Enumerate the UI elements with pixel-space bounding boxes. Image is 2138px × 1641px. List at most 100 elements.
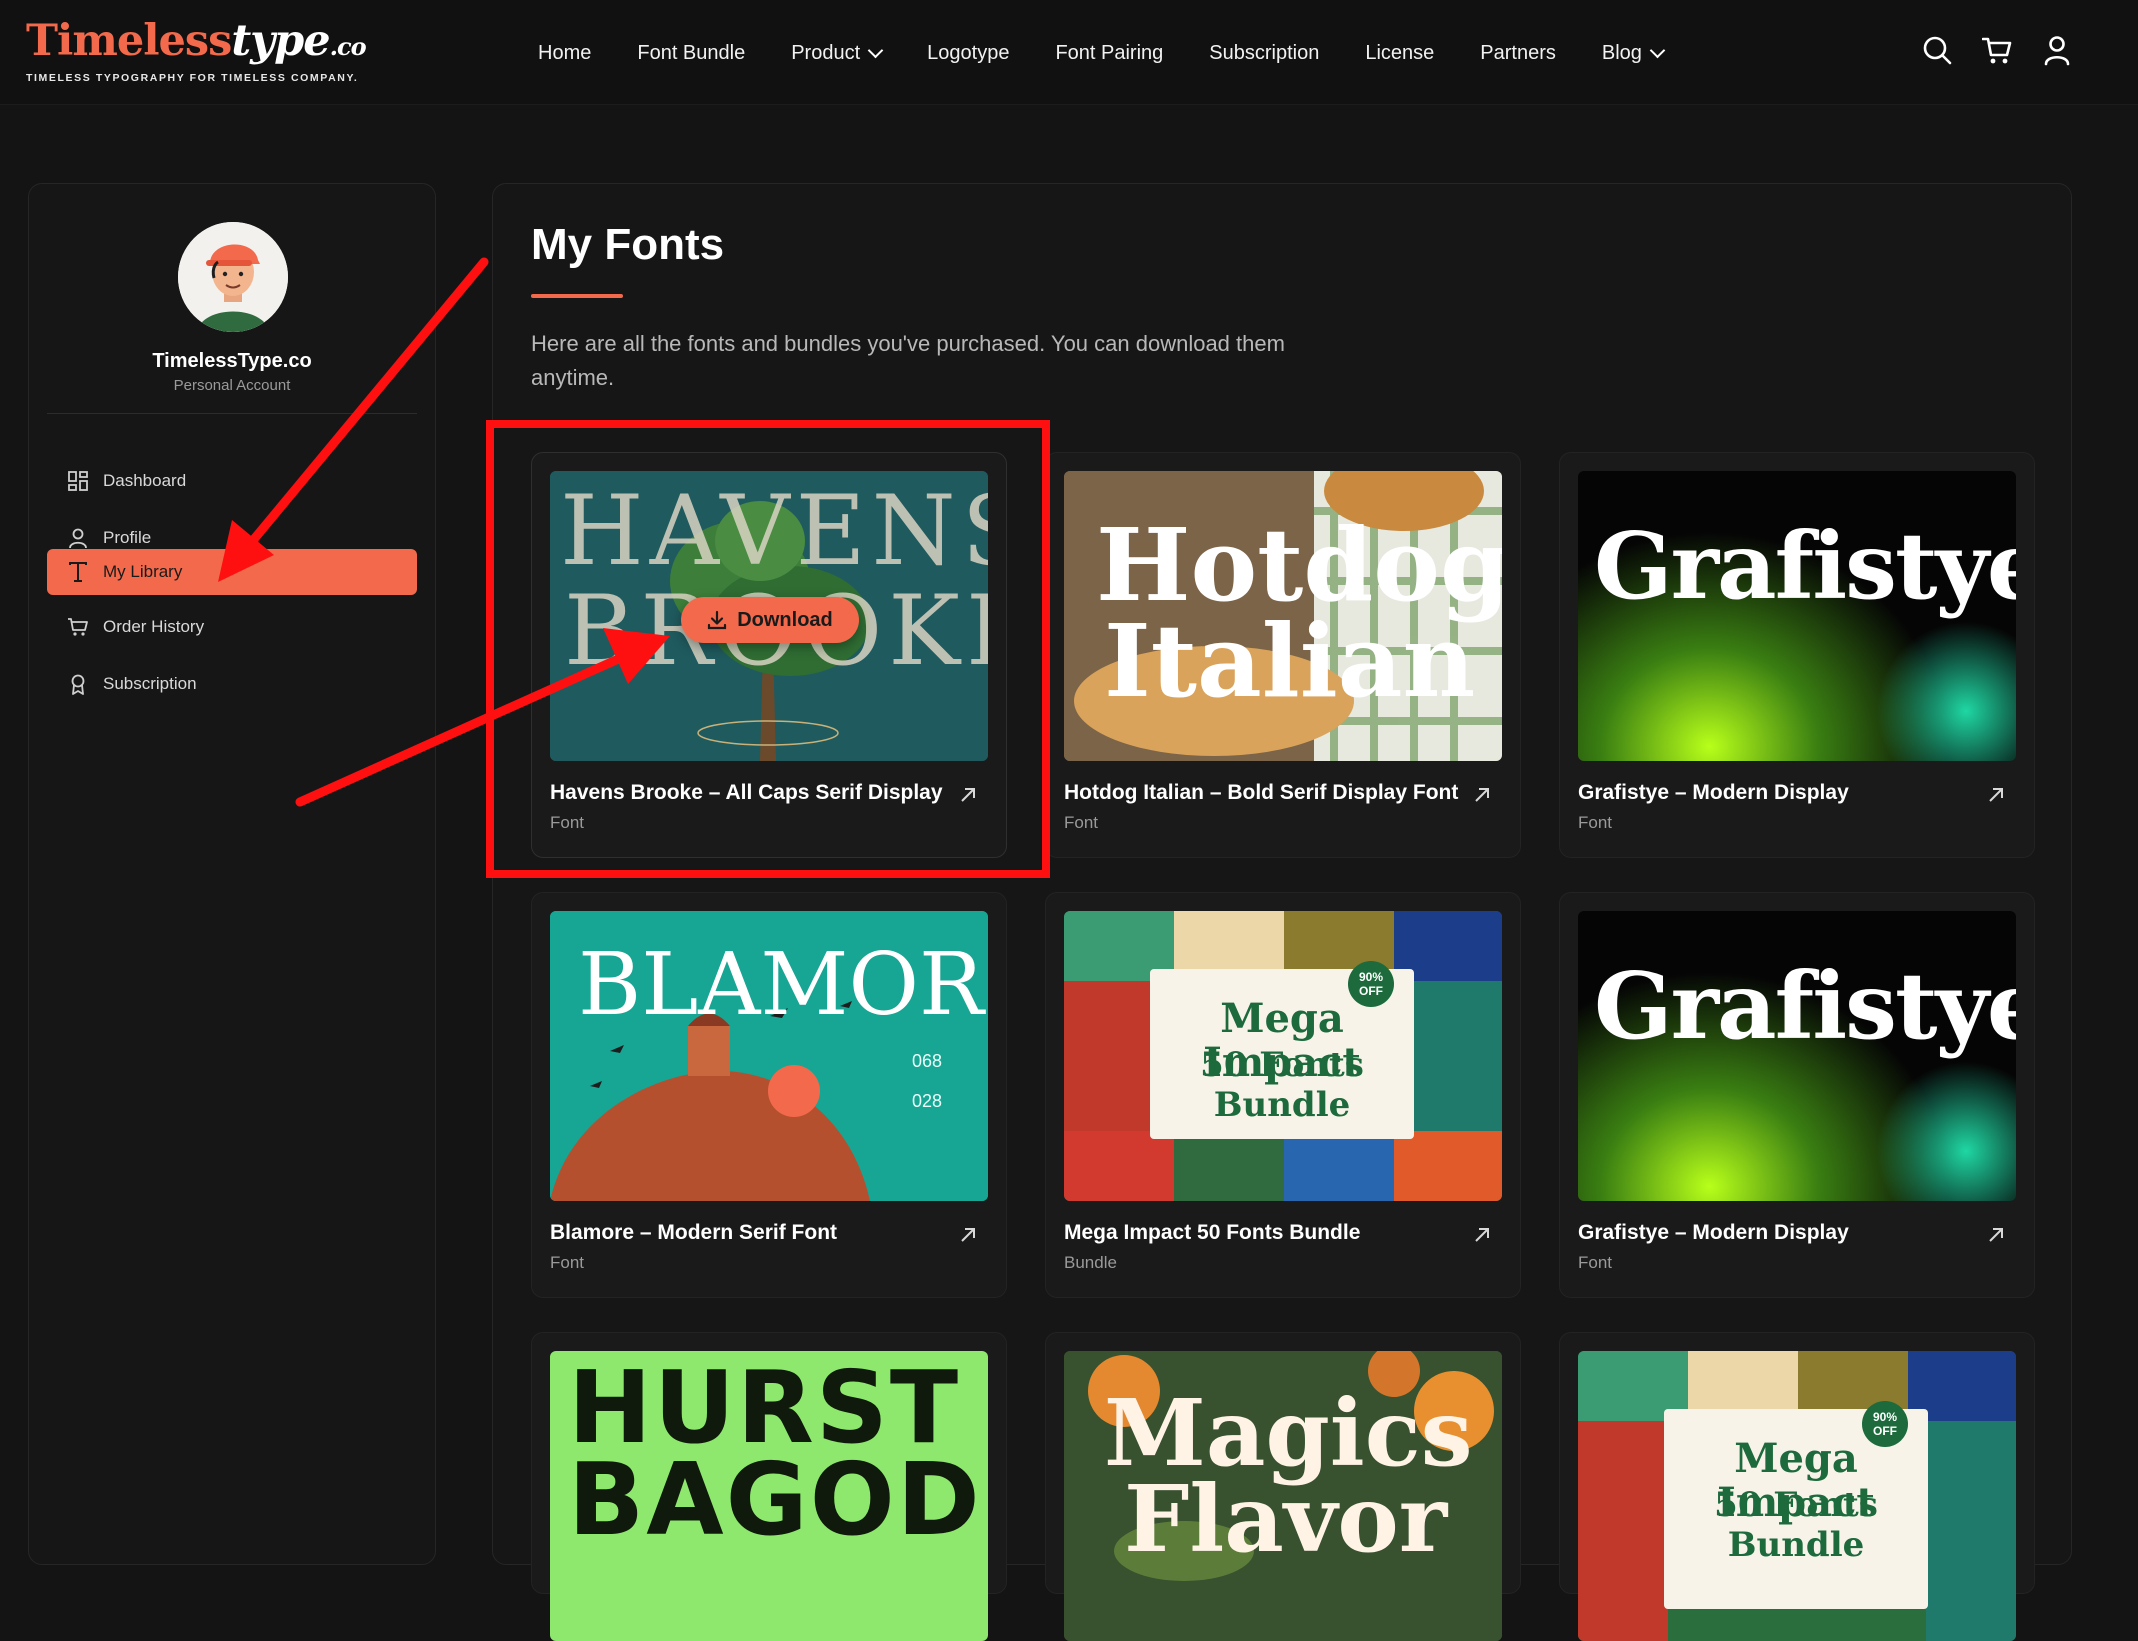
art-line: 50 Fonts Bundle (1714, 1485, 1878, 1565)
search-icon[interactable] (1922, 34, 1952, 66)
logo-word-part: .co (329, 32, 367, 61)
card-title[interactable]: Grafistye – Modern Display (1578, 1221, 1849, 1245)
card-title[interactable]: Grafistye – Modern Display (1578, 781, 1849, 805)
type-icon (65, 559, 91, 585)
download-button[interactable]: Download (681, 597, 859, 643)
font-thumbnail[interactable]: Magics Flavor (1064, 1351, 1502, 1641)
account-type: Personal Account (173, 377, 291, 394)
main-nav: Home Font Bundle Product Logotype Font P… (538, 38, 1666, 68)
card-type: Font (1578, 1253, 1613, 1272)
divider (47, 413, 417, 414)
external-link-icon[interactable] (1984, 1223, 2008, 1247)
download-button-label: Download (737, 608, 833, 631)
gradient-glow (1876, 1061, 2016, 1201)
sidebar-item-label: Subscription (103, 674, 197, 693)
discount-badge: 90% OFF (1862, 1401, 1908, 1447)
account-sidebar: TimelessType.co Personal Account Dashboa… (28, 183, 436, 1565)
nav-subscription[interactable]: Subscription (1209, 42, 1319, 65)
logo-wordmark: Timelesstype.co (26, 16, 367, 70)
library-card[interactable]: HAVENS BROOKE Download Havens Brooke – A… (531, 452, 1007, 858)
nav-label: License (1365, 41, 1435, 64)
nav-label: Product (791, 41, 861, 64)
font-thumbnail[interactable]: HAVENS BROOKE Download (550, 471, 988, 761)
art-line: BAGOD (568, 1441, 982, 1558)
top-navbar: Timelesstype.co TIMELESS TYPOGRAPHY FOR … (0, 0, 2138, 105)
badge-icon (65, 671, 91, 697)
font-thumbnail[interactable]: HURST BAGOD (550, 1351, 988, 1641)
card-title[interactable]: Mega Impact 50 Fonts Bundle (1064, 1221, 1360, 1245)
art-line: BLAMORE (578, 935, 988, 1035)
card-title[interactable]: Havens Brooke – All Caps Serif Display (550, 781, 943, 805)
external-link-icon[interactable] (1470, 783, 1494, 807)
art-line: 50 Fonts Bundle (1200, 1045, 1364, 1125)
library-card[interactable]: Grafistye Grafistye – Modern Display Fon… (1559, 892, 2035, 1298)
account-name: TimelessType.co (152, 350, 312, 372)
nav-blog[interactable]: Blog (1601, 41, 1666, 65)
art-stat: 028 (912, 1091, 943, 1111)
nav-label: Font Pairing (1055, 41, 1164, 64)
page-title: My Fonts (531, 220, 725, 269)
library-card[interactable]: Mega Impact 50 Fonts Bundle 90% OFF (1559, 1332, 2035, 1641)
chevron-down-icon (867, 42, 884, 58)
font-thumbnail[interactable]: Grafistye (1578, 911, 2016, 1201)
nav-partners[interactable]: Partners (1480, 42, 1556, 65)
external-link-icon[interactable] (1984, 783, 2008, 807)
card-type: Font (550, 813, 585, 832)
discount-badge: 90% OFF (1348, 961, 1394, 1007)
sidebar-item-order-history[interactable]: Order History (47, 604, 417, 650)
sidebar-item-label: Profile (103, 528, 152, 547)
logo-tagline: TIMELESS TYPOGRAPHY FOR TIMELESS COMPANY… (26, 72, 359, 84)
library-card[interactable]: Magics Flavor (1045, 1332, 1521, 1641)
avatar (178, 222, 288, 332)
nav-logotype[interactable]: Logotype (927, 42, 1009, 65)
card-type: Font (550, 1253, 585, 1272)
library-card[interactable]: Mega Impact 50 Fonts Bundle 90% OFF Mega… (1045, 892, 1521, 1298)
chevron-down-icon (1649, 42, 1666, 58)
page-description: Here are all the fonts and bundles you'v… (531, 331, 1285, 390)
font-thumbnail[interactable]: Mega Impact 50 Fonts Bundle 90% OFF (1064, 911, 1502, 1201)
nav-license[interactable]: License (1365, 42, 1434, 65)
library-card[interactable]: BLAMORE 068 028 Blamore – Modern Serif F… (531, 892, 1007, 1298)
art-line: Flavor (1124, 1465, 1448, 1573)
font-thumbnail[interactable]: BLAMORE 068 028 (550, 911, 988, 1201)
user-icon[interactable] (2042, 34, 2072, 66)
card-type: Font (1578, 813, 1613, 832)
logo-word-part: type (231, 16, 330, 66)
header-actions (1922, 34, 2072, 66)
art-line: HAVENS (560, 475, 988, 587)
art-line: Italian (1104, 602, 1476, 720)
card-type: Font (1064, 813, 1099, 832)
library-card[interactable]: Hotdog Italian Hotdog Italian – Bold Ser… (1045, 452, 1521, 858)
library-card[interactable]: HURST BAGOD (531, 1332, 1007, 1641)
external-link-icon[interactable] (1470, 1223, 1494, 1247)
external-link-icon[interactable] (956, 1223, 980, 1247)
sidebar-item-dashboard[interactable]: Dashboard (47, 458, 417, 504)
card-type: Bundle (1064, 1253, 1117, 1272)
font-thumbnail[interactable]: Mega Impact 50 Fonts Bundle 90% OFF (1578, 1351, 2016, 1641)
card-title[interactable]: Hotdog Italian – Bold Serif Display Font (1064, 781, 1458, 805)
external-link-icon[interactable] (956, 783, 980, 807)
dashboard-icon (65, 468, 91, 494)
nav-font-bundle[interactable]: Font Bundle (637, 42, 745, 65)
nav-home[interactable]: Home (538, 42, 591, 65)
font-thumbnail[interactable]: Grafistye (1578, 471, 2016, 761)
art-line: Grafistye (1594, 952, 2016, 1060)
download-icon (708, 610, 727, 630)
cart-icon (65, 614, 91, 640)
nav-product[interactable]: Product (791, 41, 884, 65)
sidebar-item-label: My Library (103, 562, 183, 581)
font-thumbnail[interactable]: Hotdog Italian (1064, 471, 1502, 761)
site-logo[interactable]: Timelesstype.co TIMELESS TYPOGRAPHY FOR … (26, 16, 367, 84)
sidebar-item-my-library[interactable]: My Library (47, 549, 417, 595)
card-title[interactable]: Blamore – Modern Serif Font (550, 1221, 837, 1245)
art-line: Hotdog (1096, 506, 1502, 624)
nav-label: Logotype (927, 41, 1010, 64)
nav-font-pairing[interactable]: Font Pairing (1055, 42, 1163, 65)
library-card[interactable]: Grafistye Grafistye – Modern Display Fon… (1559, 452, 2035, 858)
sidebar-item-subscription[interactable]: Subscription (47, 661, 417, 707)
cart-icon[interactable] (1981, 34, 2012, 66)
nav-label: Blog (1601, 41, 1642, 64)
nav-label: Partners (1480, 41, 1556, 64)
logo-word-part: Timeless (26, 16, 232, 66)
nav-label: Subscription (1209, 41, 1320, 64)
